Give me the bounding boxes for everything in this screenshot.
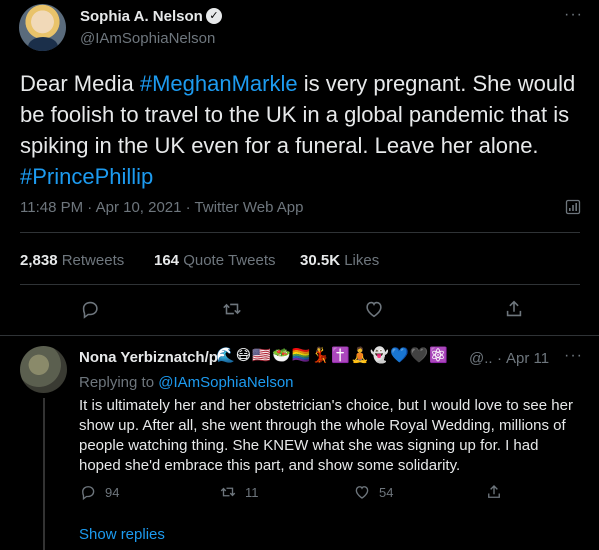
quotes-count: 164 (154, 252, 180, 269)
quotes-label: Quote Tweets (183, 252, 276, 269)
separator-dot: · (497, 350, 502, 367)
like-count: 54 (379, 484, 394, 500)
hashtag-link[interactable]: #MeghanMarkle (140, 71, 298, 96)
more-options-icon[interactable]: ··· (564, 347, 583, 365)
author-avatar[interactable] (19, 4, 66, 51)
likes-stat[interactable]: 30.5K Likes (300, 252, 379, 269)
replying-label: Replying to (79, 374, 155, 391)
hashtag-link[interactable]: #PrincePhillip (20, 164, 153, 189)
reply-author-name[interactable]: Nona Yerbiznatch/p (79, 349, 218, 366)
likes-label: Likes (344, 252, 380, 269)
reply-button[interactable]: 94 (79, 483, 119, 501)
reply-count: 94 (105, 484, 120, 500)
retweets-count: 2,838 (20, 252, 58, 269)
like-icon[interactable] (363, 298, 385, 320)
reply-author-emoji: 🌊😷🇺🇸🥗🏳️‍🌈💃✝️🧘👻💙🖤⚛️ (216, 347, 450, 364)
author-name[interactable]: Sophia A. Nelson (80, 8, 203, 25)
verified-badge-icon: ✓ (206, 8, 222, 24)
reply-icon[interactable] (79, 298, 101, 320)
reply-author-handle[interactable]: @.. (469, 350, 493, 367)
thread-line (43, 398, 45, 550)
likes-count: 30.5K (300, 252, 341, 269)
retweets-stat[interactable]: 2,838 Retweets (20, 252, 124, 269)
like-button[interactable]: 54 (353, 483, 393, 501)
tweet-timestamp[interactable]: 11:48 PM · Apr 10, 2021 · Twitter Web Ap… (20, 199, 304, 216)
retweet-button[interactable]: 11 (219, 483, 259, 501)
retweet-icon[interactable] (221, 298, 243, 320)
tweet-text: Dear Media #MeghanMarkle is very pregnan… (20, 68, 590, 192)
reply-text: It is ultimately her and her obstetricia… (79, 397, 573, 474)
reply-timestamp[interactable]: Apr 11 (506, 350, 549, 367)
divider (20, 232, 580, 233)
main-tweet: Sophia A. Nelson ✓ @IAmSophiaNelson ··· … (0, 0, 599, 332)
share-icon (488, 485, 500, 498)
like-icon (355, 486, 369, 499)
retweet-icon (220, 487, 236, 497)
mention-link[interactable]: @IAmSophiaNelson (158, 374, 293, 391)
show-replies-link[interactable]: Show replies (79, 526, 165, 543)
divider (20, 284, 580, 285)
replying-to: Replying to @IAmSophiaNelson (79, 374, 294, 391)
reply-icon (82, 486, 95, 501)
reply-tweet[interactable]: Nona Yerbiznatch/p 🌊😷🇺🇸🥗🏳️‍🌈💃✝️🧘👻💙🖤⚛️ @.… (0, 336, 599, 550)
reply-author-avatar[interactable] (20, 346, 67, 393)
analytics-icon[interactable] (565, 199, 581, 215)
tweet-text-part: Dear Media (20, 71, 140, 96)
retweets-label: Retweets (61, 252, 125, 269)
share-button[interactable] (485, 483, 503, 501)
share-icon[interactable] (503, 298, 525, 320)
quotes-stat[interactable]: 164 Quote Tweets (154, 252, 275, 269)
author-handle[interactable]: @IAmSophiaNelson (80, 30, 215, 47)
retweet-count: 11 (245, 484, 259, 500)
more-options-icon[interactable]: ··· (564, 6, 583, 24)
